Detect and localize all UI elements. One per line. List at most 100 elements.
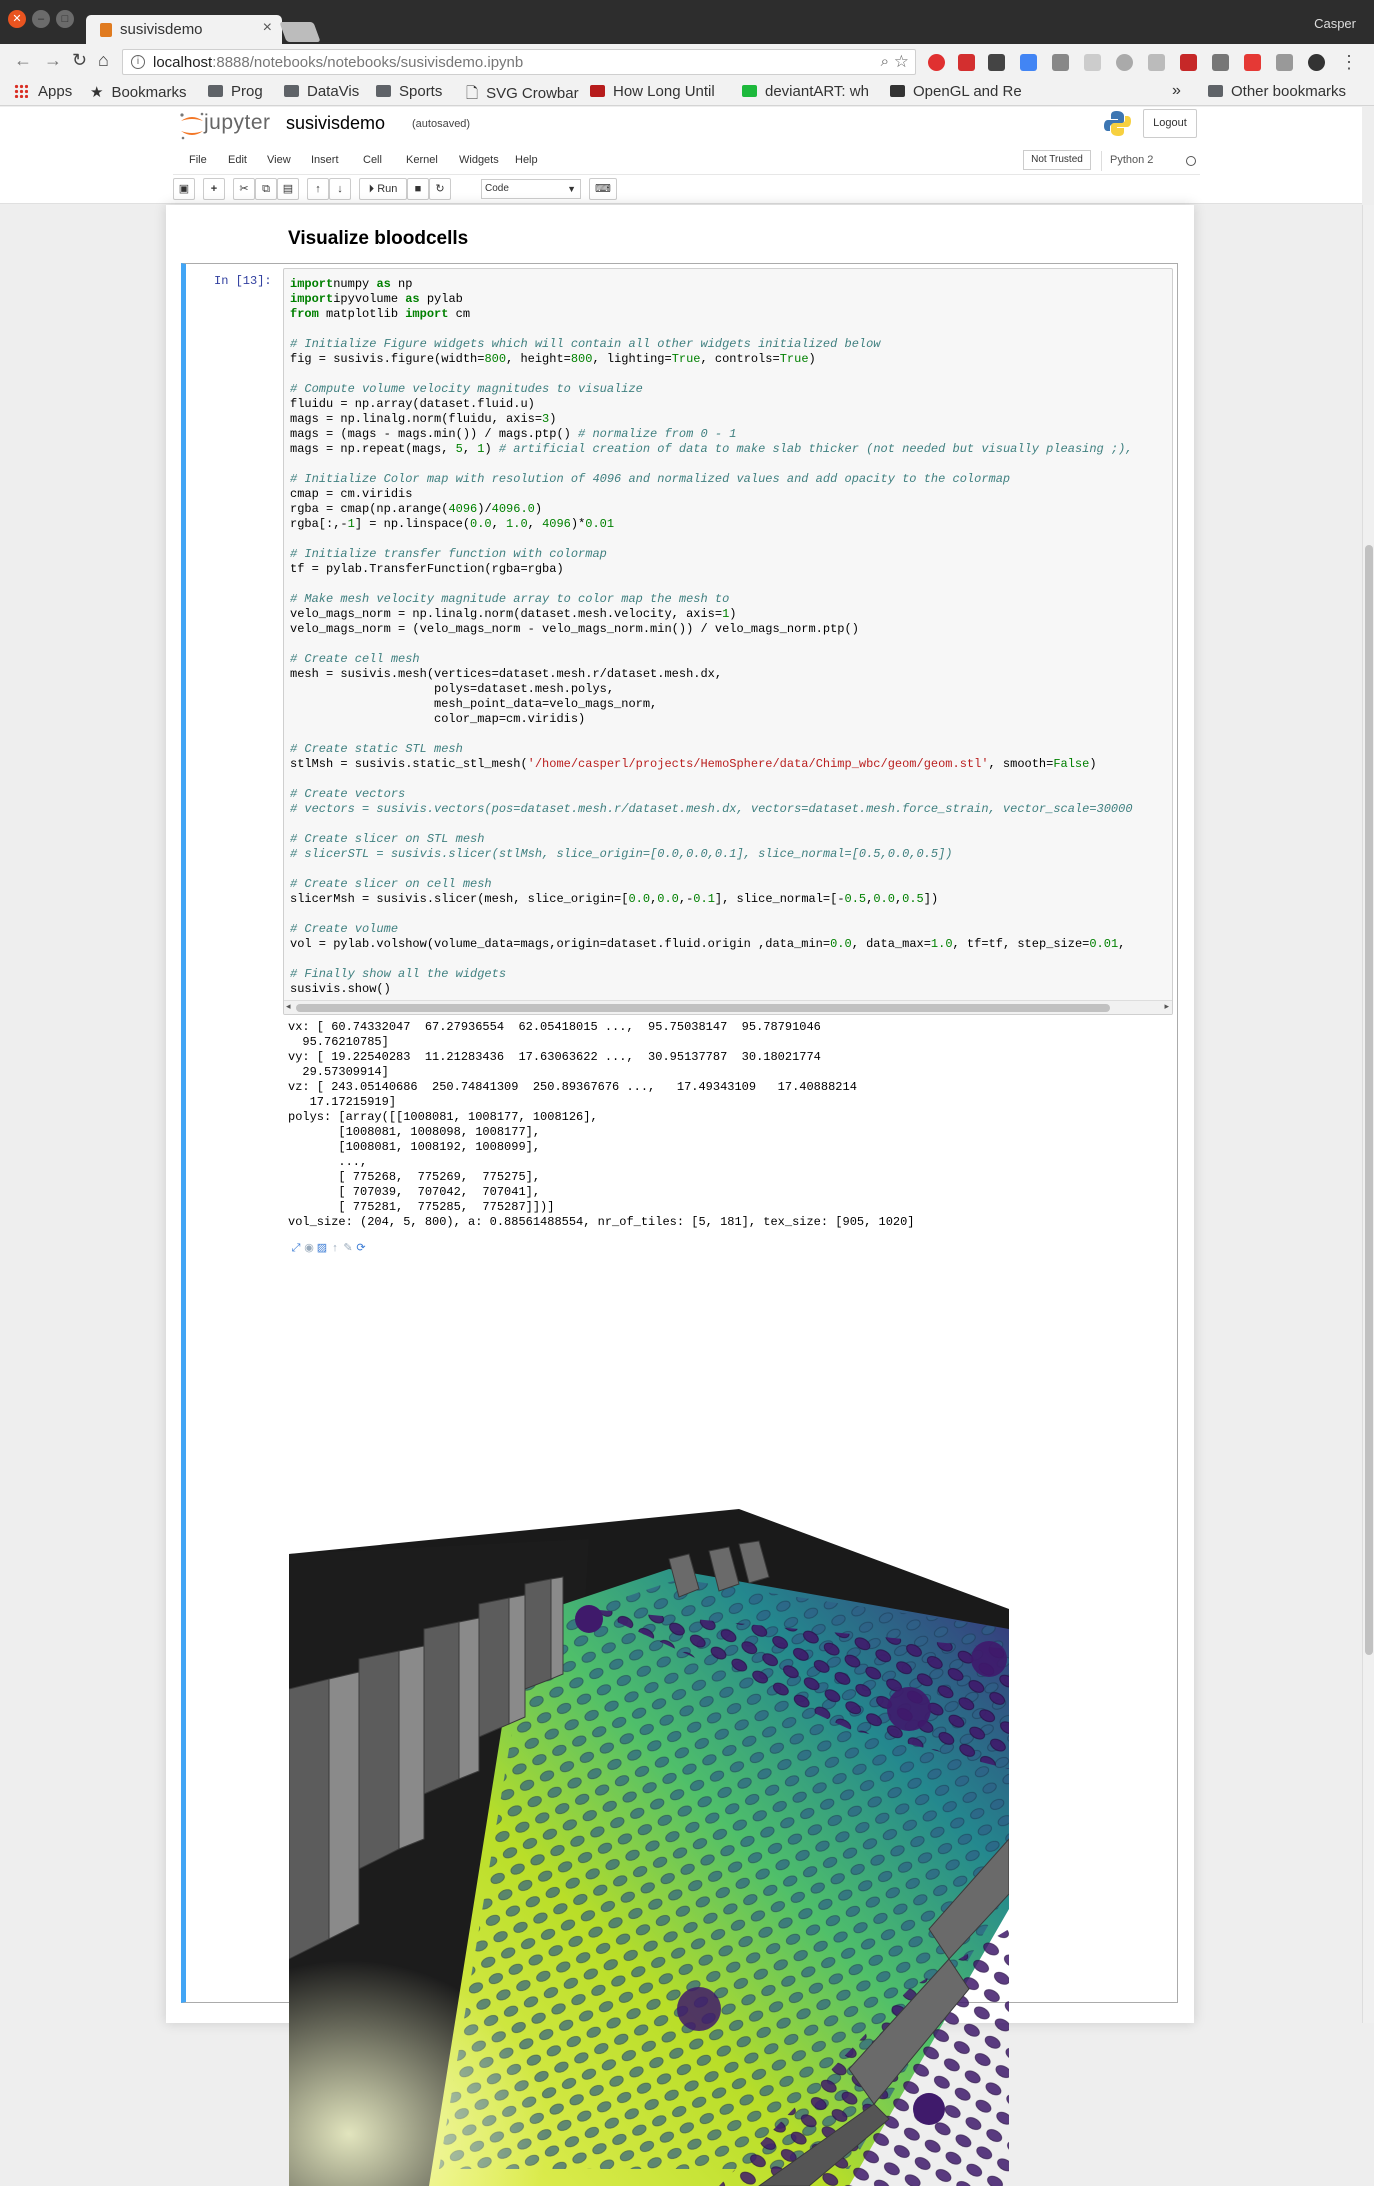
jupyter-logo-text[interactable]: jupyter	[204, 111, 271, 135]
trust-status-button[interactable]: Not Trusted	[1023, 150, 1091, 170]
bookmark-svg-crowbar[interactable]: 🗋 SVG Crowbar	[466, 83, 579, 108]
css-extension-icon[interactable]	[1276, 54, 1293, 71]
code-line[interactable]: rgba[:,-1] = np.linspace(0.0, 1.0, 4096)…	[290, 517, 614, 531]
horizontal-scrollbar[interactable]: ◂ ▸	[284, 1000, 1172, 1014]
notebook-name[interactable]: susivisdemo	[286, 113, 385, 134]
menu-view[interactable]: View	[267, 154, 291, 166]
ghost-extension-icon[interactable]	[1116, 54, 1133, 71]
link-extension-icon[interactable]	[1084, 54, 1101, 71]
save-icon[interactable]: ▣	[173, 178, 195, 200]
new-extension-icon[interactable]	[1308, 54, 1325, 71]
code-line[interactable]: # vectors = susivis.vectors(pos=dataset.…	[290, 802, 1133, 816]
generic-extension-icon[interactable]	[1148, 54, 1165, 71]
timer-extension-icon[interactable]	[988, 54, 1005, 71]
code-line[interactable]: mags = (mags - mags.min()) / mags.ptp() …	[290, 427, 736, 441]
keyboard-icon[interactable]: ⌨	[589, 178, 617, 200]
code-line[interactable]: velo_mags_norm = (velo_mags_norm - velo_…	[290, 622, 859, 636]
zoom-icon[interactable]: ⌕	[881, 53, 889, 70]
code-line[interactable]: fig = susivis.figure(width=800, height=8…	[290, 352, 816, 366]
scroll-left-icon[interactable]: ◂	[286, 1001, 291, 1012]
info-icon[interactable]: i	[131, 55, 145, 69]
code-line[interactable]: # slicerSTL = susivis.slicer(stlMsh, sli…	[290, 847, 953, 861]
scrollbar-thumb[interactable]	[296, 1004, 1110, 1012]
tab-close-icon[interactable]: ×	[263, 19, 272, 37]
interrupt-icon[interactable]: ■	[407, 178, 429, 200]
pdf-extension-icon[interactable]	[958, 54, 975, 71]
bookmark-prog[interactable]: Prog	[208, 83, 263, 100]
angular-extension-icon[interactable]	[1212, 54, 1229, 71]
menu-cell[interactable]: Cell	[363, 154, 382, 166]
opera-extension-icon[interactable]	[928, 54, 945, 71]
camera-extension-icon[interactable]	[1052, 54, 1069, 71]
code-line[interactable]: mesh_point_data=velo_mags_norm,	[290, 697, 657, 711]
cut-icon[interactable]: ✂	[233, 178, 255, 200]
move-down-icon[interactable]: ↓	[329, 178, 351, 200]
code-line[interactable]: mags = np.repeat(mags, 5, 1) # artificia…	[290, 442, 1133, 456]
code-line[interactable]: slicerMsh = susivis.slicer(mesh, slice_o…	[290, 892, 938, 906]
code-line[interactable]: susivis.show()	[290, 982, 391, 996]
screenshot-icon[interactable]: ▨	[316, 1242, 328, 1254]
select-icon[interactable]: ↑	[329, 1242, 341, 1254]
menu-help[interactable]: Help	[515, 154, 538, 166]
code-line[interactable]: velo_mags_norm = np.linalg.norm(dataset.…	[290, 607, 736, 621]
page-scrollbar[interactable]	[1362, 205, 1374, 2023]
other-bookmarks[interactable]: Other bookmarks	[1208, 83, 1346, 100]
bookmark-star-icon[interactable]: ☆	[894, 52, 909, 72]
code-line[interactable]: importnumpy as np	[290, 277, 412, 291]
code-line[interactable]: # Initialize Color map with resolution o…	[290, 472, 1010, 486]
insert-cell-icon[interactable]: +	[203, 178, 225, 200]
code-line[interactable]: # Initialize Figure widgets which will c…	[290, 337, 881, 351]
logout-button[interactable]: Logout	[1143, 109, 1197, 138]
code-line[interactable]: # Compute volume velocity magnitudes to …	[290, 382, 643, 396]
menu-widgets[interactable]: Widgets	[459, 154, 499, 166]
paste-icon[interactable]: ▤	[277, 178, 299, 200]
window-close-icon[interactable]: ✕	[8, 10, 26, 28]
new-tab-button[interactable]	[279, 22, 321, 42]
menu-file[interactable]: File	[189, 154, 207, 166]
bookmark-deviantart[interactable]: deviantART: wh	[742, 83, 869, 100]
gl-extension-icon[interactable]	[1180, 54, 1197, 71]
forward-arrow-icon[interactable]: →	[44, 50, 62, 71]
run-button[interactable]: ⏵ Run	[359, 178, 407, 200]
browser-menu-icon[interactable]: ⋮	[1340, 52, 1358, 73]
code-line[interactable]: rgba = cmap(np.arange(4096)/4096.0)	[290, 502, 542, 516]
code-line[interactable]: tf = pylab.TransferFunction(rgba=rgba)	[290, 562, 564, 576]
menu-insert[interactable]: Insert	[311, 154, 339, 166]
bookmark-bookmarks[interactable]: ★ Bookmarks	[90, 83, 186, 101]
cell-type-select[interactable]: Code ▼	[481, 179, 581, 199]
home-icon[interactable]: ⌂	[98, 50, 109, 71]
code-line[interactable]: # Make mesh velocity magnitude array to …	[290, 592, 729, 606]
profile-name[interactable]: Casper	[1314, 16, 1356, 31]
code-line[interactable]: # Finally show all the widgets	[290, 967, 506, 981]
reload-icon[interactable]: ↻	[72, 50, 87, 71]
code-line[interactable]: # Create vectors	[290, 787, 405, 801]
code-text[interactable]: importnumpy as np importipyvolume as pyl…	[290, 277, 1133, 997]
copy-icon[interactable]: ⧉	[255, 178, 277, 200]
code-line[interactable]: from matplotlib import cm	[290, 307, 470, 321]
jupyter-logo-icon[interactable]	[178, 111, 206, 141]
code-editor[interactable]: importnumpy as np importipyvolume as pyl…	[283, 268, 1173, 1015]
stereo-eye-icon[interactable]: ◉	[303, 1242, 315, 1254]
code-line[interactable]: # Create slicer on STL mesh	[290, 832, 484, 846]
window-maximize-icon[interactable]: □	[56, 10, 74, 28]
translate-extension-icon[interactable]	[1020, 54, 1037, 71]
3d-volume-render[interactable]	[289, 1509, 1009, 2186]
window-minimize-icon[interactable]: –	[32, 10, 50, 28]
fullscreen-icon[interactable]: ⤢	[290, 1242, 302, 1254]
code-line[interactable]: stlMsh = susivis.static_stl_mesh('/home/…	[290, 757, 1097, 771]
code-line[interactable]: polys=dataset.mesh.polys,	[290, 682, 614, 696]
bookmarks-overflow-button[interactable]: »	[1172, 82, 1181, 100]
code-line[interactable]: vol = pylab.volshow(volume_data=mags,ori…	[290, 937, 1125, 951]
bookmark-how-long-until[interactable]: How Long Until	[590, 83, 715, 100]
menu-kernel[interactable]: Kernel	[406, 154, 438, 166]
code-line[interactable]: fluidu = np.array(dataset.fluid.u)	[290, 397, 535, 411]
move-up-icon[interactable]: ↑	[307, 178, 329, 200]
code-line[interactable]: importipyvolume as pylab	[290, 292, 463, 306]
code-line[interactable]: mesh = susivis.mesh(vertices=dataset.mes…	[290, 667, 722, 681]
browser-tab[interactable]: susivisdemo ×	[86, 15, 282, 44]
code-line[interactable]: mags = np.linalg.norm(fluidu, axis=3)	[290, 412, 556, 426]
back-arrow-icon[interactable]: ←	[14, 50, 32, 71]
code-line[interactable]: # Create cell mesh	[290, 652, 420, 666]
restart-icon[interactable]: ↻	[429, 178, 451, 200]
edit-icon[interactable]: ✎	[342, 1242, 354, 1254]
